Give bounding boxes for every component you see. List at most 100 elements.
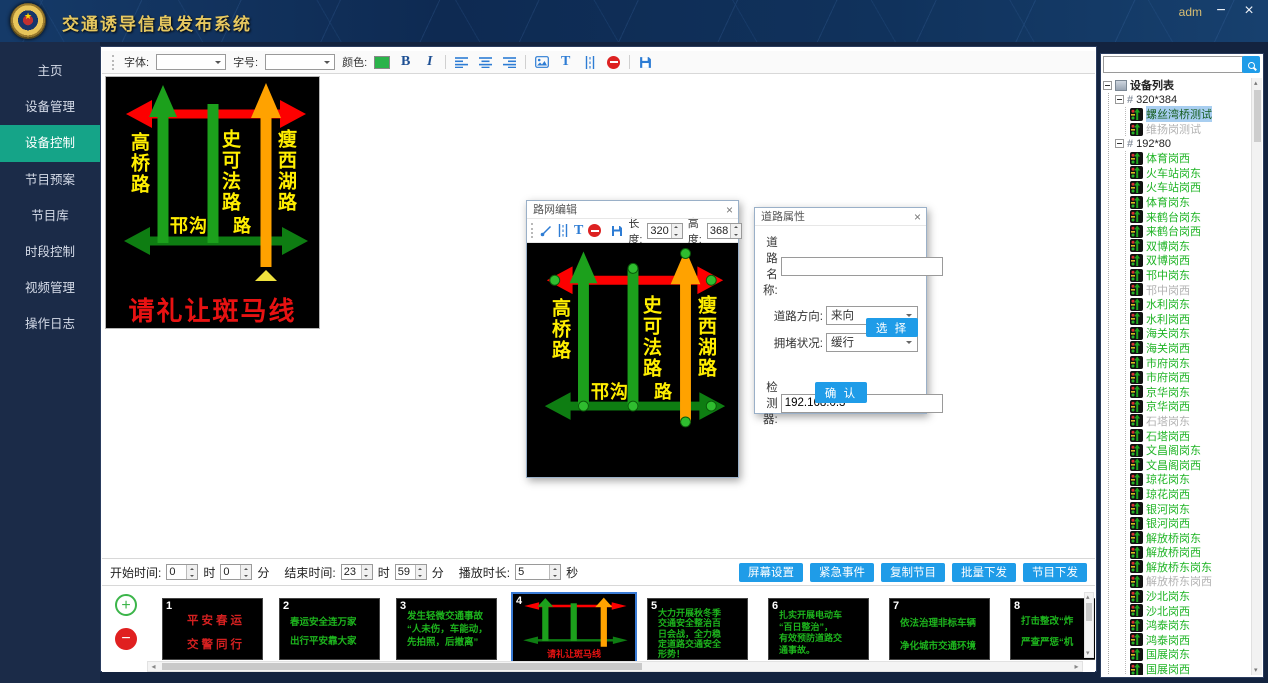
edit-handle[interactable] bbox=[628, 263, 638, 273]
window-minimize-button[interactable]: − bbox=[1212, 2, 1230, 20]
search-input[interactable] bbox=[1103, 56, 1243, 73]
action-button[interactable]: 批量下发 bbox=[952, 563, 1016, 582]
edit-handle[interactable] bbox=[681, 249, 691, 259]
device-item[interactable]: 石塔岗东 bbox=[1130, 414, 1250, 429]
scrollbar-thumb[interactable] bbox=[162, 663, 642, 670]
program-thumbnail[interactable]: 5 大力开展秋冬季 交通安全整治百 日会战，全力稳 定道路交通安全 形势！ bbox=[647, 598, 748, 660]
device-item[interactable]: 体育岗东 bbox=[1130, 195, 1250, 210]
device-item[interactable]: 鸿泰岗西 bbox=[1130, 633, 1250, 648]
device-item[interactable]: 解放桥东岗西 bbox=[1130, 574, 1250, 589]
program-thumbnail[interactable]: 7 依法治理非标车辆 净化城市交通环境 bbox=[889, 598, 990, 660]
device-item[interactable]: 市府岗东 bbox=[1130, 355, 1250, 370]
edit-canvas[interactable]: 高桥路 史可法路 瘦西湖路 邗沟 路 请礼让斑马线 路网编辑 × T bbox=[102, 74, 1095, 556]
device-item[interactable]: 体育岗西 bbox=[1130, 151, 1250, 166]
device-item[interactable]: 双博岗东 bbox=[1130, 239, 1250, 254]
edit-handle[interactable] bbox=[550, 275, 560, 285]
length-spinner[interactable]: 320 bbox=[647, 223, 682, 239]
sidebar-item[interactable]: 视频管理 bbox=[0, 270, 100, 306]
device-item[interactable]: 解放桥岗西 bbox=[1130, 545, 1250, 560]
device-item[interactable]: 银河岗西 bbox=[1130, 516, 1250, 531]
italic-icon[interactable]: I bbox=[421, 54, 438, 70]
end-hour-spinner[interactable]: 23 bbox=[341, 564, 373, 580]
close-icon[interactable]: × bbox=[914, 208, 921, 226]
image-icon[interactable] bbox=[533, 54, 550, 70]
color-swatch[interactable] bbox=[374, 56, 390, 69]
edit-handle[interactable] bbox=[706, 401, 716, 411]
device-item[interactable]: 来鹤台岗东 bbox=[1130, 209, 1250, 224]
start-minute-spinner[interactable]: 0 bbox=[220, 564, 252, 580]
delete-icon[interactable] bbox=[605, 54, 622, 70]
sidebar-item[interactable]: 设备管理 bbox=[0, 89, 100, 125]
device-item[interactable]: 京华岗东 bbox=[1130, 384, 1250, 399]
device-item[interactable]: 解放桥东岗东 bbox=[1130, 560, 1250, 575]
text-tool-icon[interactable]: T bbox=[557, 54, 574, 70]
road-name-field[interactable] bbox=[781, 257, 943, 276]
roadnet-edit-canvas[interactable]: 高桥路 史可法路 瘦西湖路 邗沟 路 bbox=[527, 243, 738, 477]
device-item[interactable]: 邗中岗东 bbox=[1130, 268, 1250, 283]
device-item[interactable]: 石塔岗西 bbox=[1130, 428, 1250, 443]
device-item[interactable]: 维扬岗测试 bbox=[1130, 122, 1250, 137]
sidebar-item[interactable]: 操作日志 bbox=[0, 306, 100, 342]
sidebar-item[interactable]: 节目预案 bbox=[0, 162, 100, 198]
align-right-icon[interactable] bbox=[501, 54, 518, 70]
device-item[interactable]: 国展岗西 bbox=[1130, 662, 1250, 675]
strip-horizontal-scrollbar[interactable]: ◂ ▸ bbox=[147, 661, 1083, 672]
device-item[interactable]: 沙北岗西 bbox=[1130, 603, 1250, 618]
size-select[interactable] bbox=[265, 54, 335, 70]
device-group[interactable]: # 320*384 bbox=[1115, 93, 1250, 108]
roadprops-dialog-titlebar[interactable]: 道路属性 × bbox=[755, 208, 926, 226]
close-icon[interactable]: × bbox=[726, 201, 733, 219]
window-close-button[interactable]: × bbox=[1240, 2, 1258, 20]
action-button[interactable]: 屏幕设置 bbox=[739, 563, 803, 582]
draw-line-icon[interactable] bbox=[540, 223, 552, 239]
strip-vertical-scrollbar[interactable]: ▴▾ bbox=[1084, 592, 1094, 658]
device-item[interactable]: 文昌阁岗西 bbox=[1130, 457, 1250, 472]
sign-preview[interactable]: 高桥路 史可法路 瘦西湖路 邗沟 路 请礼让斑马线 bbox=[105, 76, 320, 329]
select-detector-button[interactable]: 选 择 bbox=[866, 318, 918, 337]
device-item[interactable]: 双博岗西 bbox=[1130, 253, 1250, 268]
device-item[interactable]: 鸿泰岗东 bbox=[1130, 618, 1250, 633]
device-item[interactable]: 沙北岗东 bbox=[1130, 589, 1250, 604]
device-item[interactable]: 京华岗西 bbox=[1130, 399, 1250, 414]
start-hour-spinner[interactable]: 0 bbox=[166, 564, 198, 580]
device-item[interactable]: 来鹤台岗西 bbox=[1130, 224, 1250, 239]
program-thumbnail[interactable]: 8 打击整改“炸 严查严惩“机 bbox=[1010, 598, 1095, 660]
action-button[interactable]: 紧急事件 bbox=[810, 563, 874, 582]
text-tool-icon[interactable]: T bbox=[574, 223, 583, 239]
device-item[interactable]: 螺丝湾桥测试 bbox=[1130, 107, 1250, 122]
align-left-icon[interactable] bbox=[453, 54, 470, 70]
sidebar-item[interactable]: 时段控制 bbox=[0, 234, 100, 270]
road-tool-icon[interactable] bbox=[581, 54, 598, 70]
device-group[interactable]: # 192*80 bbox=[1115, 136, 1250, 151]
device-item[interactable]: 琼花岗西 bbox=[1130, 487, 1250, 502]
program-thumbnail-selected[interactable]: 4 请礼让斑马线 bbox=[511, 592, 637, 663]
action-button[interactable]: 复制节目 bbox=[881, 563, 945, 582]
device-item[interactable]: 银河岗东 bbox=[1130, 501, 1250, 516]
edit-handle[interactable] bbox=[706, 275, 716, 285]
device-item[interactable]: 海关岗西 bbox=[1130, 341, 1250, 356]
height-spinner[interactable]: 368 bbox=[707, 223, 742, 239]
duration-spinner[interactable]: 5 bbox=[515, 564, 561, 580]
collapse-icon[interactable] bbox=[1115, 139, 1124, 148]
collapse-icon[interactable] bbox=[1115, 95, 1124, 104]
device-item[interactable]: 海关岗东 bbox=[1130, 326, 1250, 341]
tree-root[interactable]: 设备列表 bbox=[1103, 78, 1250, 93]
collapse-icon[interactable] bbox=[1103, 81, 1112, 90]
end-minute-spinner[interactable]: 59 bbox=[395, 564, 427, 580]
sidebar-item[interactable]: 主页 bbox=[0, 53, 100, 89]
program-thumbnail[interactable]: 6 扎实开展电动车 “百日整治”， 有效预防道路交 通事故。 bbox=[768, 598, 869, 660]
save-icon[interactable] bbox=[637, 54, 654, 70]
program-thumbnail[interactable]: 1 平安春运 交警同行 bbox=[162, 598, 263, 660]
delete-icon[interactable] bbox=[588, 223, 601, 239]
scrollbar-thumb[interactable] bbox=[1254, 90, 1261, 142]
program-thumbnail[interactable]: 2 春运安全连万家 出行平安靠大家 bbox=[279, 598, 380, 660]
edit-handle[interactable] bbox=[628, 401, 638, 411]
remove-program-button[interactable]: − bbox=[115, 628, 137, 650]
program-thumbnail[interactable]: 3 发生轻微交通事故 “人未伤，车能动， 先拍照，后撤离” bbox=[396, 598, 497, 660]
device-item[interactable]: 火车站岗西 bbox=[1130, 180, 1250, 195]
save-icon[interactable] bbox=[611, 223, 623, 239]
action-button[interactable]: 节目下发 bbox=[1023, 563, 1087, 582]
bold-icon[interactable]: B bbox=[397, 54, 414, 70]
device-item[interactable]: 水利岗西 bbox=[1130, 312, 1250, 327]
user-name[interactable]: adm bbox=[1179, 5, 1202, 19]
